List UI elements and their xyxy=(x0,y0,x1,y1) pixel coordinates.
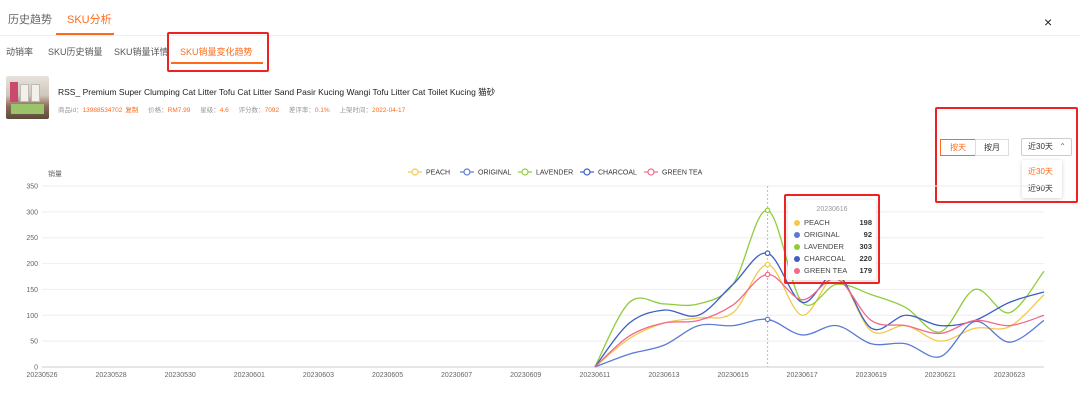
x-tick-label: 20230619 xyxy=(856,372,887,379)
hover-point-peach xyxy=(764,261,771,268)
x-tick-label: 20230615 xyxy=(717,372,748,379)
legend-marker xyxy=(521,168,529,176)
legend-item-green-tea[interactable]: GREEN TEA xyxy=(644,168,703,177)
x-tick-label: 20230609 xyxy=(510,372,541,379)
hover-point-lavender xyxy=(764,207,771,214)
x-tick-label: 20230617 xyxy=(787,372,818,379)
legend-marker xyxy=(463,168,471,176)
series-line-green-tea xyxy=(594,273,1045,368)
y-tick-label: 0 xyxy=(34,365,38,372)
x-tick-label: 20230621 xyxy=(925,372,956,379)
y-axis-label: 销量 xyxy=(48,169,62,178)
sales-trend-chart: 050100150200250300350 20230526 20230528 20… xyxy=(26,168,1045,379)
legend-item-original[interactable]: ORIGINAL xyxy=(460,168,512,177)
y-tick-label: 300 xyxy=(26,209,38,216)
x-tick-label: 20230526 xyxy=(26,372,57,379)
legend-label: PEACH xyxy=(426,170,450,177)
chart-grid xyxy=(42,185,1044,368)
hover-point-charcoal xyxy=(764,250,771,257)
y-tick-label: 50 xyxy=(30,339,38,346)
legend-item-charcoal[interactable]: CHARCOAL xyxy=(580,168,637,177)
y-tick-label: 250 xyxy=(26,235,38,242)
highlight-box-tooltip xyxy=(784,194,880,284)
legend-label: ORIGINAL xyxy=(478,170,512,177)
x-tick-label: 20230601 xyxy=(234,372,265,379)
series-line-original xyxy=(594,318,1045,368)
y-tick-label: 200 xyxy=(26,261,38,268)
x-tick-label: 20230528 xyxy=(96,372,127,379)
x-tick-label: 20230607 xyxy=(441,372,472,379)
x-axis-ticks: 20230526 20230528 20230530 20230601 20230603… xyxy=(26,372,1025,379)
x-tick-label: 20230623 xyxy=(994,372,1025,379)
legend-label: CHARCOAL xyxy=(598,170,637,177)
y-tick-label: 100 xyxy=(26,313,38,320)
legend-marker xyxy=(647,168,655,176)
legend-label: LAVENDER xyxy=(536,170,573,177)
legend-marker xyxy=(583,168,591,176)
x-tick-label: 20230605 xyxy=(372,372,403,379)
chart-legend: PEACH ORIGINAL LAVENDER CHARCOAL GREEN TEA xyxy=(408,168,703,177)
y-tick-label: 150 xyxy=(26,287,38,294)
x-tick-label: 20230530 xyxy=(165,372,196,379)
hover-point-original xyxy=(764,316,771,323)
legend-item-peach[interactable]: PEACH xyxy=(408,168,450,177)
x-tick-label: 20230603 xyxy=(303,372,334,379)
x-tick-label: 20230611 xyxy=(580,372,611,379)
y-tick-label: 350 xyxy=(26,184,38,191)
chart-hover-points xyxy=(764,207,771,323)
legend-item-lavender[interactable]: LAVENDER xyxy=(518,168,573,177)
legend-label: GREEN TEA xyxy=(662,170,703,177)
legend-marker xyxy=(411,168,419,176)
x-tick-label: 20230613 xyxy=(648,372,679,379)
y-axis-ticks: 0 50 100 150 200 250 300 350 xyxy=(26,184,38,372)
hover-point-green-tea xyxy=(764,271,771,278)
